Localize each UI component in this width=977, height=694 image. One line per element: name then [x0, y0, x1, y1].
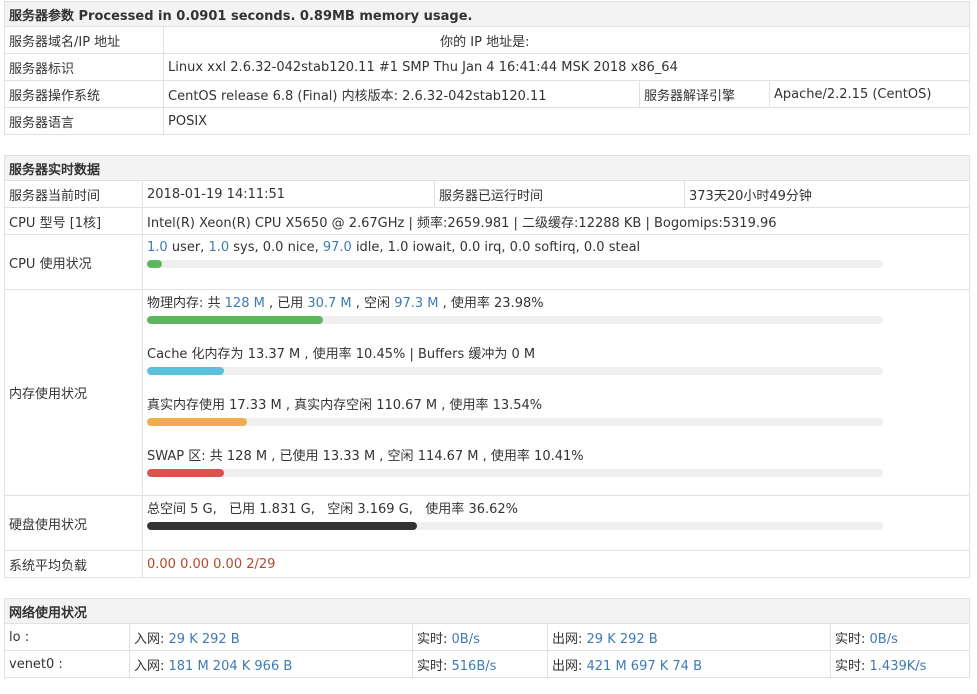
iface-name: venet0 :: [4, 650, 130, 678]
phys-mem-text: 物理内存: 共 128 M , 已用 30.7 M , 空闲 97.3 M , …: [147, 296, 544, 311]
cpu-usage-fill: [147, 260, 162, 268]
iface-name: lo :: [4, 623, 130, 651]
net-out-rt: 0B/s: [869, 631, 898, 647]
cpu-usage-bar: [147, 260, 883, 268]
server-id-label: 服务器标识: [4, 53, 164, 81]
net-in: 29 K 292 B: [168, 631, 240, 647]
swap-bar: [147, 469, 883, 477]
load-label: 系统平均负载: [4, 550, 143, 578]
os-value: CentOS release 6.8 (Final) 内核版本: 2.6.32-…: [163, 80, 640, 108]
server-id-value: Linux xxl 2.6.32-042stab120.11 #1 SMP Th…: [162, 53, 971, 81]
server-params-table: 服务器参数 Processed in 0.0901 seconds. 0.89M…: [3, 1, 971, 135]
swap-text: SWAP 区: 共 128 M , 已使用 13.33 M , 空闲 114.6…: [147, 449, 584, 464]
uptime-value: 373天20小时49分钟: [683, 180, 971, 208]
network-table: 网络使用状况 lo : 入网: 29 K 292 B 实时: 0B/s 出网: …: [3, 598, 971, 678]
disk-text: 总空间 5 G, 已用 1.831 G, 空闲 3.169 G, 使用率 36.…: [147, 502, 519, 517]
cpu-usage-text: 1.0 user, 1.0 sys, 0.0 nice, 97.0 idle, …: [147, 240, 641, 255]
net-in-rt: 0B/s: [451, 631, 480, 647]
swap-fill: [147, 469, 224, 477]
time-value: 2018-01-19 14:11:51: [142, 180, 435, 208]
mem-label: 内存使用状况: [4, 289, 143, 496]
cache-mem-text: Cache 化内存为 13.37 M , 使用率 10.45% | Buffer…: [147, 347, 536, 362]
real-mem-bar: [147, 418, 883, 426]
real-mem-text: 真实内存使用 17.33 M , 真实内存空闲 110.67 M , 使用率 1…: [147, 398, 543, 413]
net-out-rt: 1.439K/s: [869, 658, 927, 674]
realtime-table: 服务器实时数据 服务器当前时间 2018-01-19 14:11:51 服务器已…: [3, 155, 971, 578]
cache-mem-bar: [147, 367, 883, 375]
engine-label: 服务器解译引擎: [639, 80, 770, 108]
cpu-model-value: Intel(R) Xeon(R) CPU X5650 @ 2.67GHz | 频…: [141, 207, 971, 235]
disk-fill: [147, 522, 417, 530]
phys-mem-bar: [147, 316, 883, 324]
domain-ip-label: 服务器域名/IP 地址: [4, 26, 164, 54]
real-mem-fill: [147, 418, 247, 426]
net-out: 29 K 292 B: [586, 631, 658, 647]
cpu-model-label: CPU 型号 [1核]: [4, 207, 143, 235]
cache-mem-fill: [147, 367, 224, 375]
cpu-usage-label: CPU 使用状况: [4, 234, 143, 290]
network-title: 网络使用状况: [3, 598, 971, 624]
os-label: 服务器操作系统: [4, 80, 164, 108]
server-params-title: 服务器参数 Processed in 0.0901 seconds. 0.89M…: [3, 1, 971, 27]
net-in: 181 M 204 K 966 B: [168, 658, 293, 674]
lang-value: POSIX: [162, 107, 971, 135]
realtime-title: 服务器实时数据: [3, 155, 971, 181]
net-row-venet0: venet0 : 入网: 181 M 204 K 966 B 实时: 516B/…: [4, 650, 971, 678]
net-in-rt: 516B/s: [451, 658, 497, 674]
net-row-lo: lo : 入网: 29 K 292 B 实时: 0B/s 出网: 29 K 29…: [4, 623, 971, 651]
uptime-label: 服务器已运行时间: [434, 180, 685, 208]
disk-bar: [147, 522, 883, 530]
phys-mem-fill: [147, 316, 324, 324]
time-label: 服务器当前时间: [4, 180, 143, 208]
load-value: 0.00 0.00 0.00 2/29: [141, 550, 971, 578]
engine-value: Apache/2.2.15 (CentOS): [768, 80, 971, 108]
disk-label: 硬盘使用状况: [4, 495, 143, 551]
your-ip-label: 你的 IP 地址是:: [440, 34, 530, 50]
probe-page: 服务器参数 Processed in 0.0901 seconds. 0.89M…: [3, 0, 971, 678]
lang-label: 服务器语言: [4, 107, 164, 135]
net-out: 421 M 697 K 74 B: [586, 658, 703, 674]
